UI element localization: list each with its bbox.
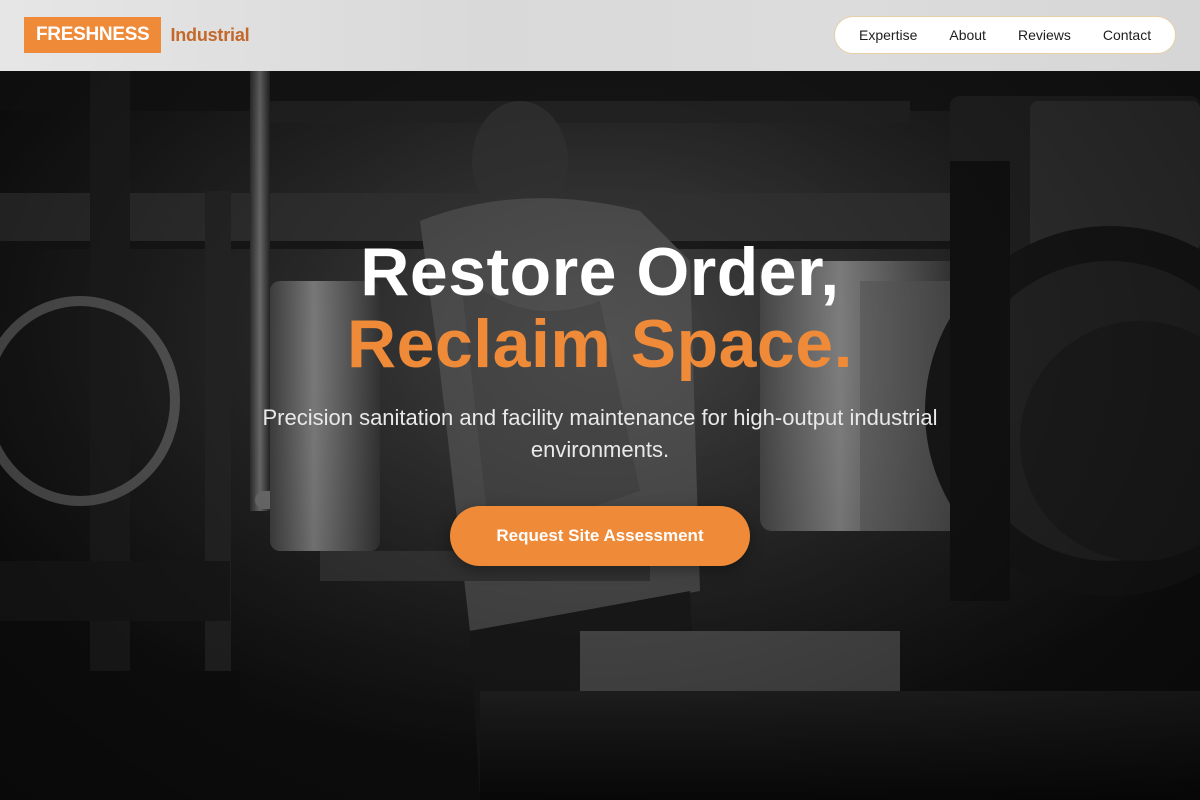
request-site-assessment-button[interactable]: Request Site Assessment	[450, 506, 750, 566]
brand-logo[interactable]: FRESHNESS Industrial	[24, 17, 250, 53]
nav-item-about[interactable]: About	[949, 27, 986, 43]
hero-title-line1: Restore Order,	[360, 234, 840, 310]
brand-tagline: Industrial	[170, 24, 250, 45]
nav-item-reviews[interactable]: Reviews	[1018, 27, 1071, 43]
nav-item-expertise[interactable]: Expertise	[859, 27, 917, 43]
main-nav: Expertise About Reviews Contact	[834, 16, 1176, 54]
hero-title: Restore Order, Reclaim Space.	[0, 236, 1200, 380]
hero-subtitle: Precision sanitation and facility mainte…	[262, 405, 938, 462]
brand-name: FRESHNESS	[24, 17, 162, 53]
site-header: FRESHNESS Industrial Expertise About Rev…	[0, 0, 1200, 71]
landing-page: FRESHNESS Industrial Expertise About Rev…	[0, 0, 1200, 800]
hero-title-line2: Reclaim Space.	[347, 306, 853, 382]
nav-item-contact[interactable]: Contact	[1103, 27, 1151, 43]
